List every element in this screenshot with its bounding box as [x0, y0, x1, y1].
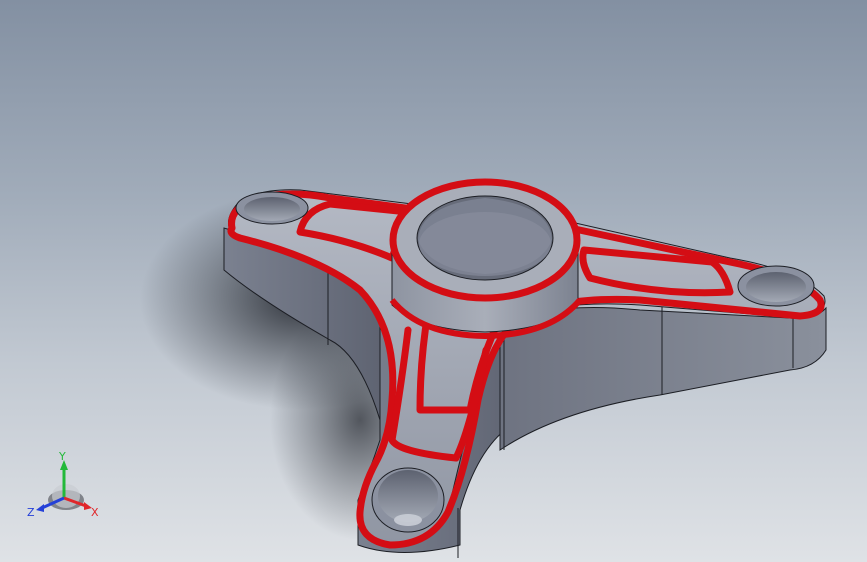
hole-left: [235, 191, 309, 225]
graphics-viewport[interactable]: Y X Z: [0, 0, 867, 562]
part-model[interactable]: [0, 0, 867, 562]
right-arm-side-face: [499, 306, 827, 451]
triad-z-arrow: [36, 504, 44, 512]
triad-x-label: X: [91, 506, 99, 519]
reference-triad[interactable]: Y X Z: [26, 448, 106, 528]
triad-y-label: Y: [58, 450, 66, 463]
hole-bottom: [371, 467, 445, 533]
center-hub: [389, 178, 583, 340]
triad-base-disc-highlight: [52, 484, 80, 508]
triad-z-label: Z: [27, 506, 35, 519]
hole-right: [737, 265, 815, 307]
